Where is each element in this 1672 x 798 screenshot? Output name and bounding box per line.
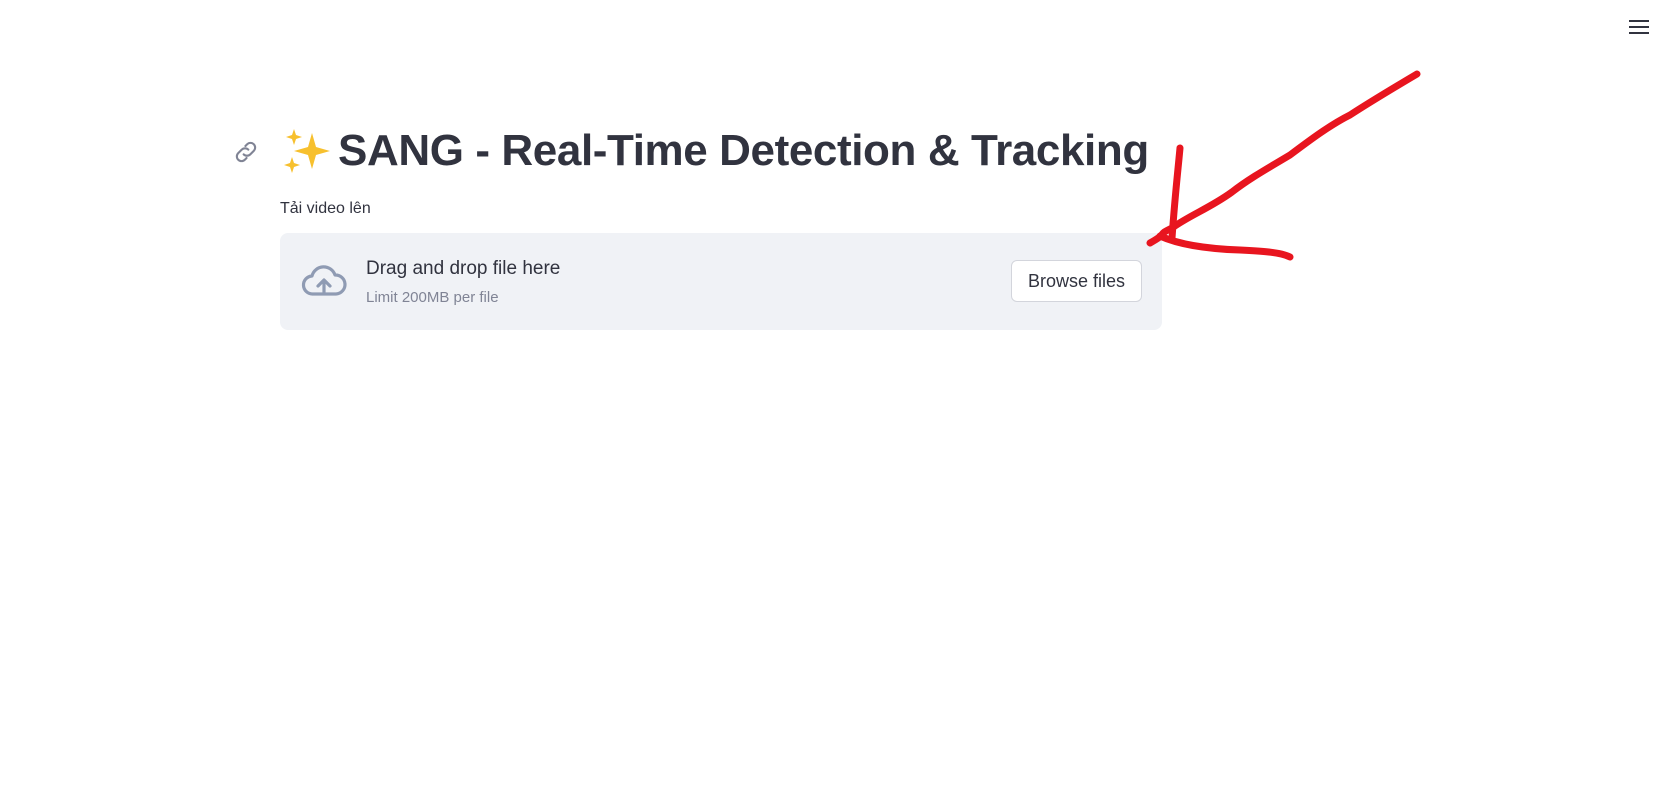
page-title: SANG - Real-Time Detection & Tracking: [280, 126, 1149, 176]
link-icon[interactable]: [232, 138, 260, 166]
dropzone-text: Drag and drop file here Limit 200MB per …: [366, 256, 560, 308]
file-size-limit: Limit 200MB per file: [366, 288, 499, 306]
page-title-text: SANG - Real-Time Detection & Tracking: [338, 126, 1149, 175]
cloud-upload-icon: [301, 264, 347, 296]
sparkles-icon: [284, 129, 330, 173]
file-dropzone[interactable]: Drag and drop file here Limit 200MB per …: [280, 233, 1162, 330]
browse-files-button[interactable]: Browse files: [1010, 260, 1142, 302]
title-row: SANG - Real-Time Detection & Tracking: [235, 118, 1162, 184]
uploader-label: Tải video lên: [280, 200, 371, 217]
hamburger-menu-icon: [1629, 20, 1649, 34]
hamburger-menu-button[interactable]: [1624, 12, 1654, 42]
main-content: SANG - Real-Time Detection & Tracking Tả…: [235, 118, 1162, 330]
dropzone-instructions: Drag and drop file here: [366, 257, 561, 279]
